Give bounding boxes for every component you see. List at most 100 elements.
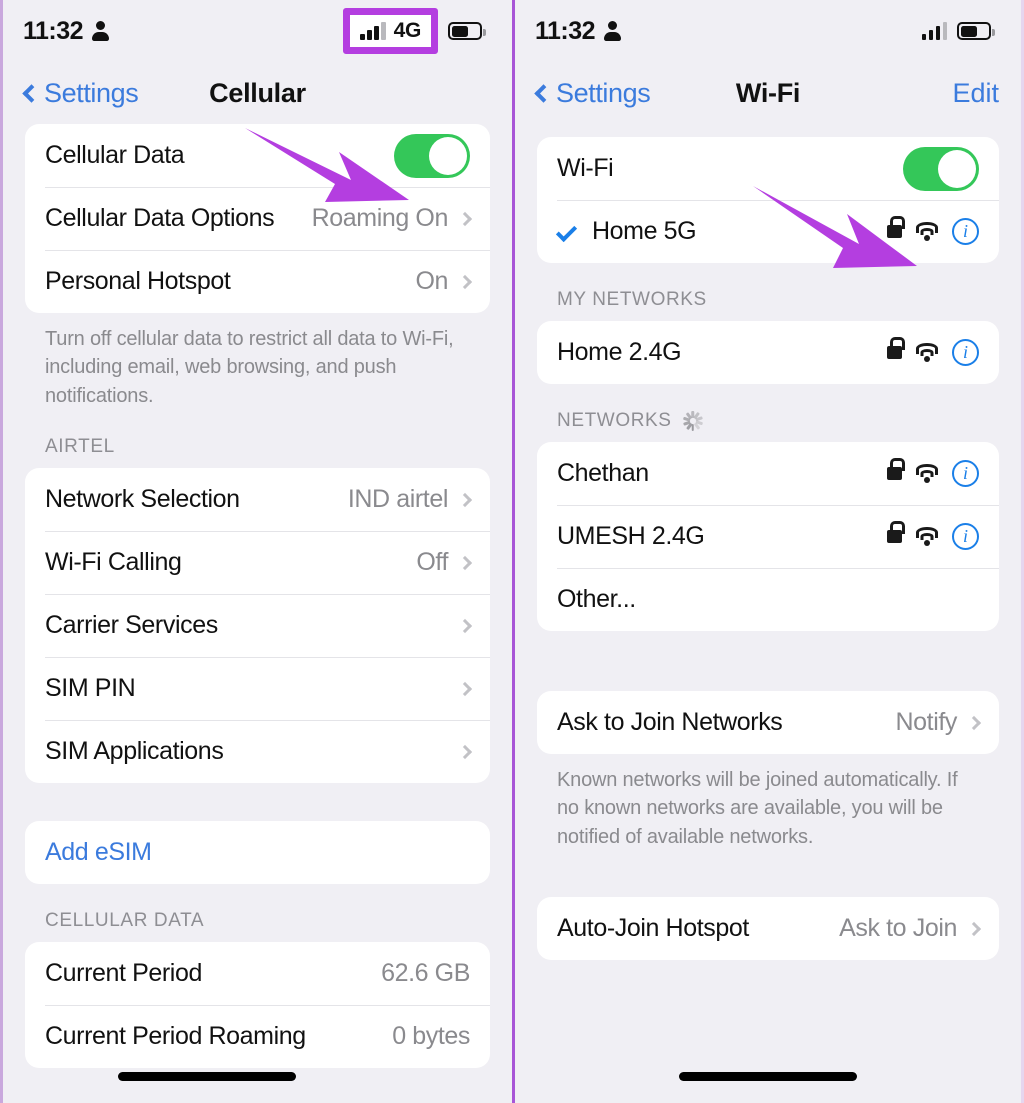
info-icon[interactable]: i (952, 523, 979, 550)
back-button[interactable]: Settings (534, 77, 651, 109)
row-ask-to-join-networks[interactable]: Ask to Join Networks Notify (537, 691, 999, 754)
wifi-content: Wi-Fi Home 5G i MY NETWORKS Home 2.4G i … (515, 124, 1021, 961)
lock-icon (887, 521, 905, 543)
chevron-right-icon (457, 681, 473, 696)
row-wifi-calling[interactable]: Wi-Fi Calling Off (25, 531, 490, 594)
row-accessory (394, 133, 470, 178)
cellular-data-footnote: Turn off cellular data to restrict all d… (45, 328, 454, 407)
status-bar-right: 4G (343, 8, 486, 54)
row-label: Personal Hotspot (45, 267, 231, 295)
back-button-label: Settings (44, 77, 139, 108)
person-icon (92, 21, 110, 41)
row-value: Roaming On (311, 204, 449, 232)
row-auto-join-hotspot[interactable]: Auto-Join Hotspot Ask to Join (537, 897, 999, 960)
chevron-left-icon (534, 83, 553, 103)
wifi-signal-icon (914, 343, 940, 362)
row-label: SIM Applications (45, 737, 224, 766)
row-label: Current Period Roaming (45, 1022, 306, 1051)
row-network[interactable]: UMESH 2.4G i (537, 505, 999, 568)
row-label: Home 5G (592, 217, 697, 245)
chevron-right-icon (457, 618, 473, 633)
row-sim-pin[interactable]: SIM PIN (25, 657, 490, 720)
row-value: 62.6 GB (381, 959, 470, 988)
row-label: Chethan (557, 459, 649, 487)
wifi-settings-screen: 11:32 Settings Wi-Fi Edit Wi-Fi Home 5G … (512, 0, 1024, 1103)
info-icon[interactable]: i (952, 218, 979, 245)
auto-join-hotspot-card: Auto-Join Hotspot Ask to Join (537, 897, 999, 961)
ask-to-join-card: Ask to Join Networks Notify (537, 691, 999, 754)
row-accessory: 0 bytes (392, 1022, 470, 1051)
chevron-right-icon (457, 555, 473, 570)
edit-button[interactable]: Edit (952, 78, 999, 109)
battery-icon (448, 22, 486, 40)
row-other-network[interactable]: Other... (537, 568, 999, 631)
dual-screenshot-comparison: 11:32 4G Settings Cellular Cellular Data… (0, 0, 1024, 1103)
status-bar-left: 11:32 (535, 17, 622, 46)
row-label: Wi-Fi Calling (45, 548, 182, 577)
row-cellular-data-options[interactable]: Cellular Data Options Roaming On (25, 187, 490, 250)
row-accessory: IND airtel (348, 485, 473, 514)
row-network[interactable]: Chethan i (537, 442, 999, 505)
row-label: Cellular Data Options (45, 204, 275, 232)
row-value: Ask to Join (839, 914, 957, 943)
chevron-right-icon (457, 492, 473, 507)
row-accessory: On (415, 267, 473, 296)
row-cellular-data[interactable]: Cellular Data (25, 124, 490, 187)
signal-bars-icon (921, 22, 947, 40)
row-label: Other... (557, 585, 636, 613)
info-icon[interactable]: i (952, 460, 979, 487)
row-network[interactable]: Home 2.4G i (537, 321, 999, 384)
row-label: Ask to Join Networks (557, 708, 783, 736)
network-type-label: 4G (393, 19, 422, 42)
back-button-label: Settings (556, 77, 651, 108)
row-carrier-services[interactable]: Carrier Services (25, 594, 490, 657)
row-label: Cellular Data (45, 141, 185, 169)
back-button[interactable]: Settings (22, 77, 139, 109)
battery-icon (957, 22, 995, 40)
row-current-period: Current Period 62.6 GB (25, 942, 490, 1005)
nav-bar: Settings Cellular (3, 62, 512, 124)
wifi-signal-icon (914, 464, 940, 483)
section-header-cellular-data: CELLULAR DATA (45, 910, 205, 932)
wifi-signal-icon (914, 527, 940, 546)
row-label: Add eSIM (45, 838, 152, 867)
status-bar-left: 11:32 (23, 17, 110, 46)
cellular-data-toggle[interactable] (394, 133, 470, 178)
row-accessory: Ask to Join (839, 914, 982, 943)
row-accessory (457, 618, 473, 633)
cellular-data-card: Cellular Data Cellular Data Options Roam… (25, 124, 490, 313)
checkmark-icon (555, 220, 578, 243)
row-accessory: i (887, 216, 979, 245)
row-connected-network[interactable]: Home 5G i (537, 200, 999, 263)
row-accessory: Roaming On (311, 204, 473, 233)
cellular-content: Cellular Data Cellular Data Options Roam… (3, 124, 512, 1069)
section-header-my-networks: MY NETWORKS (557, 289, 707, 310)
row-label: Wi-Fi (557, 154, 614, 182)
row-network-selection[interactable]: Network Selection IND airtel (25, 468, 490, 531)
row-label: Carrier Services (45, 611, 218, 640)
row-label: UMESH 2.4G (557, 522, 705, 550)
cellular-settings-screen: 11:32 4G Settings Cellular Cellular Data… (0, 0, 512, 1103)
row-sim-applications[interactable]: SIM Applications (25, 720, 490, 783)
carrier-card: Network Selection IND airtel Wi-Fi Calli… (25, 468, 490, 784)
row-personal-hotspot[interactable]: Personal Hotspot On (25, 250, 490, 313)
info-icon[interactable]: i (952, 339, 979, 366)
status-bar: 11:32 4G (3, 0, 512, 62)
row-wifi-toggle[interactable]: Wi-Fi (537, 137, 999, 200)
row-add-esim[interactable]: Add eSIM (25, 821, 490, 884)
ask-to-join-footnote: Known networks will be joined automatica… (557, 769, 958, 848)
wifi-toggle[interactable] (903, 146, 979, 191)
row-label: Current Period (45, 959, 202, 988)
row-label: SIM PIN (45, 674, 136, 703)
home-indicator (117, 1072, 296, 1081)
chevron-right-icon (966, 715, 982, 730)
wifi-signal-icon (914, 222, 940, 241)
signal-bars-icon (360, 22, 386, 40)
networks-card: Chethan i UMESH 2.4G i Other... (537, 442, 999, 631)
usage-card: Current Period 62.6 GB Current Period Ro… (25, 942, 490, 1069)
row-accessory (457, 744, 473, 759)
row-accessory: i (887, 458, 979, 487)
chevron-right-icon (457, 274, 473, 289)
chevron-left-icon (22, 83, 41, 103)
signal-highlight-box: 4G (343, 8, 438, 54)
